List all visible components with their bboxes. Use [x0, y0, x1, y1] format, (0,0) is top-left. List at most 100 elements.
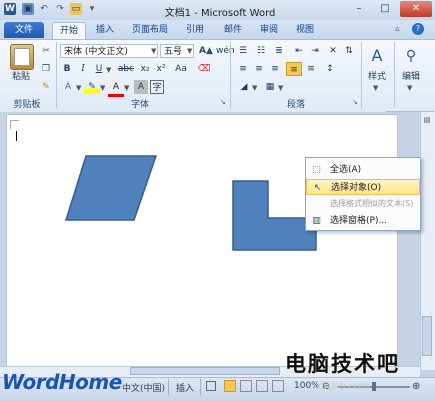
decrease-indent-icon[interactable]: ⇤ [292, 44, 306, 58]
close-button[interactable]: ✕ [400, 1, 432, 17]
text-effects-icon[interactable]: A [60, 80, 76, 94]
status-separator [200, 379, 201, 395]
line-spacing-icon[interactable]: ↕ [322, 62, 338, 76]
margin-crop-mark [10, 120, 19, 129]
redo-icon[interactable]: ↷ [54, 3, 66, 15]
menu-item-select-similar-text[interactable]: 选择格式相似的文本(S) [306, 196, 420, 212]
editing-dropdown-icon[interactable]: ▼ [407, 84, 412, 92]
menu-item-select-objects[interactable]: ↖ 选择对象(O) [306, 179, 420, 195]
tab-mailings[interactable]: 邮件 [218, 22, 248, 38]
paste-paper-icon [14, 48, 30, 66]
paragraph-dialog-launcher-icon[interactable]: ↘ [352, 98, 358, 106]
font-color-dropdown-icon[interactable]: ▼ [124, 84, 129, 92]
ribbon-separator [56, 42, 57, 108]
subscript-button[interactable]: x₂ [138, 62, 152, 76]
format-painter-icon[interactable]: ✎ [40, 80, 52, 94]
tab-view[interactable]: 视图 [290, 22, 320, 38]
underline-dropdown-icon[interactable]: ▼ [106, 66, 111, 74]
borders-dropdown-icon[interactable]: ▼ [278, 84, 283, 92]
superscript-button[interactable]: x² [154, 62, 168, 76]
l-shape-polygon[interactable] [232, 180, 317, 251]
character-shading-icon[interactable]: A [134, 80, 148, 94]
font-color-icon[interactable]: A [108, 80, 124, 97]
cut-icon[interactable]: ✂ [40, 44, 52, 58]
shading-dropdown-icon[interactable]: ▼ [252, 84, 257, 92]
distributed-icon[interactable]: ≡ [304, 62, 318, 76]
language-status[interactable]: 中文(中国) [122, 381, 165, 394]
clear-formatting-icon[interactable]: ⌫ [196, 62, 212, 76]
highlight-color-icon[interactable]: ✎ [84, 80, 100, 94]
menu-item-selection-pane[interactable]: ▥ 选择窗格(P)... [306, 213, 420, 229]
styles-dropdown-icon[interactable]: ▼ [373, 84, 378, 92]
chinese-layout-icon[interactable]: ✕ [326, 44, 340, 58]
tab-references[interactable]: 引用 [180, 22, 210, 38]
font-name-combo[interactable]: 宋体 (中文正文) [60, 44, 158, 58]
customize-toolbar-icon[interactable]: ▾ [86, 3, 98, 15]
ribbon-minimize-icon[interactable]: ▵ [395, 24, 400, 34]
menu-item-select-all[interactable]: ⬚ 全选(A) [306, 162, 420, 178]
tab-review[interactable]: 审阅 [254, 22, 284, 38]
zoom-slider-thumb[interactable] [372, 382, 376, 391]
bold-button[interactable]: B [60, 62, 74, 76]
open-icon[interactable]: ▭ [70, 3, 82, 15]
change-case-button[interactable]: Aa [172, 62, 190, 76]
grow-font-icon[interactable]: A▲ [198, 44, 214, 58]
font-dialog-launcher-icon[interactable]: ↘ [220, 98, 226, 106]
vertical-scroll-thumb[interactable] [422, 316, 432, 356]
styles-icon[interactable]: A [366, 44, 388, 68]
ribbon-separator [394, 42, 395, 108]
align-left-icon[interactable]: ≡ [236, 62, 250, 76]
zoom-level[interactable]: 100% [294, 381, 320, 391]
menu-item-label: 选择对象(O) [331, 183, 382, 193]
insert-mode-status[interactable]: 插入 [176, 381, 194, 394]
outline-view-icon[interactable] [272, 380, 284, 392]
editing-button-label[interactable]: 编辑 [396, 70, 426, 84]
justify-icon[interactable]: ≡ [286, 62, 302, 76]
underline-button[interactable]: U [92, 62, 106, 76]
print-layout-view-icon[interactable] [224, 380, 236, 392]
borders-icon[interactable]: ▦ [262, 80, 278, 94]
enclose-characters-icon[interactable]: 字 [150, 80, 164, 94]
italic-button[interactable]: I [76, 62, 90, 76]
styles-button-label[interactable]: 样式 [362, 70, 392, 84]
copy-icon[interactable]: ❐ [40, 62, 52, 76]
editing-binoculars-icon[interactable]: ⚲ [400, 44, 422, 68]
phonetic-guide-icon[interactable]: wén [216, 44, 235, 58]
macro-record-icon[interactable] [206, 381, 216, 391]
highlight-dropdown-icon[interactable]: ▼ [100, 84, 105, 92]
help-icon[interactable]: ? [412, 23, 424, 35]
increase-indent-icon[interactable]: ⇥ [308, 44, 322, 58]
zoom-in-icon[interactable]: ⊕ [412, 381, 420, 392]
numbering-icon[interactable]: ☷ [254, 44, 268, 58]
web-layout-icon[interactable] [256, 380, 268, 392]
save-icon[interactable]: ▣ [22, 3, 34, 15]
menu-item-label: 选择格式相似的文本(S) [330, 199, 414, 208]
tab-page-layout[interactable]: 页面布局 [126, 22, 174, 38]
horizontal-scroll-thumb[interactable] [130, 367, 280, 375]
maximize-button[interactable]: □ [372, 1, 398, 17]
parallelogram-shape[interactable] [60, 152, 160, 224]
tab-file[interactable]: 文件 [4, 22, 44, 38]
align-right-icon[interactable]: ≡ [268, 62, 282, 76]
minimize-button[interactable]: – [346, 1, 372, 17]
menu-item-label: 选择窗格(P)... [330, 216, 388, 226]
font-size-dropdown-icon[interactable]: ▼ [187, 47, 192, 55]
multilevel-list-icon[interactable]: ≣ [272, 44, 286, 58]
tab-insert[interactable]: 插入 [90, 22, 120, 38]
site-watermark-cn: 电脑技术吧 [285, 351, 400, 376]
tab-home[interactable]: 开始 [52, 22, 86, 39]
align-center-icon[interactable]: ≡ [252, 62, 266, 76]
selection-pane-icon: ▥ [312, 216, 321, 226]
parallelogram-polygon[interactable] [64, 155, 158, 221]
strikethrough-button[interactable]: abc [116, 62, 136, 76]
shading-icon[interactable]: ◢ [236, 80, 252, 94]
full-screen-reading-icon[interactable] [240, 380, 252, 392]
word-app-icon[interactable]: W [4, 3, 16, 15]
sort-icon[interactable]: ⇅ [342, 44, 356, 58]
font-name-dropdown-icon[interactable]: ▼ [151, 47, 156, 55]
ruler-toggle-icon[interactable]: ▤ [421, 114, 433, 126]
bullets-icon[interactable]: ☰ [236, 44, 250, 58]
paste-button-label[interactable]: 粘贴 [6, 70, 36, 84]
text-effects-dropdown-icon[interactable]: ▼ [76, 84, 81, 92]
undo-icon[interactable]: ↶ [38, 3, 50, 15]
